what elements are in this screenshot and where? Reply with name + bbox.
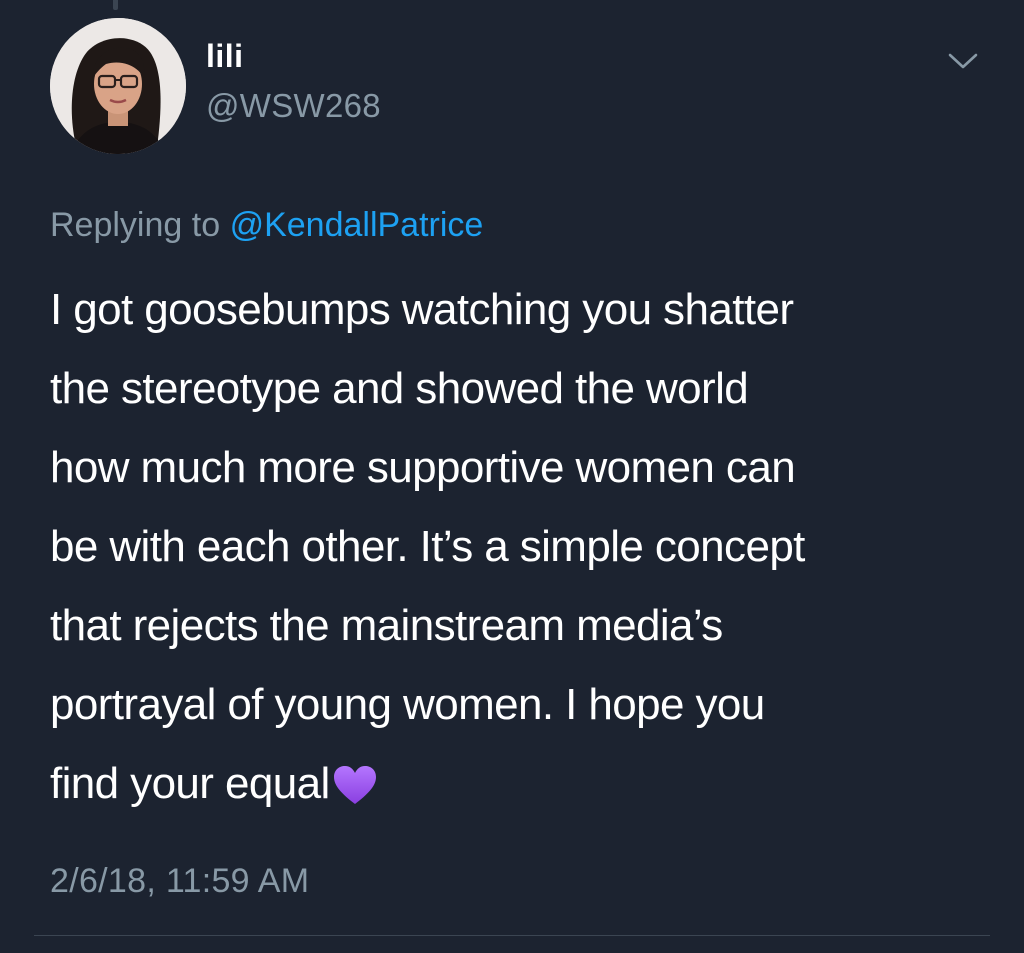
purple-heart-icon <box>332 752 378 804</box>
tweet-detail: lili @WSW268 Replying to @KendallPatrice… <box>0 0 1024 953</box>
reply-context-prefix: Replying to <box>50 206 221 244</box>
tweet-text: I got goosebumps watching you shatter th… <box>50 270 1000 823</box>
divider <box>34 935 990 936</box>
avatar-image <box>50 18 186 154</box>
tweet-text-last-line: find your equal <box>50 744 1000 823</box>
avatar[interactable] <box>50 18 186 154</box>
reply-mention-link[interactable]: @KendallPatrice <box>230 206 484 244</box>
tweet-text-line: that rejects the mainstream media’s <box>50 601 723 650</box>
reply-context: Replying to @KendallPatrice <box>50 206 483 245</box>
thread-connector-line <box>113 0 118 10</box>
tweet-text-line: the stereotype and showed the world <box>50 364 749 413</box>
tweet-text-line: be with each other. It’s a simple concep… <box>50 522 805 571</box>
chevron-down-icon[interactable] <box>946 50 980 72</box>
tweet-timestamp[interactable]: 2/6/18, 11:59 AM <box>50 862 309 901</box>
tweet-text-line: find your equal <box>50 759 330 808</box>
author-display-name[interactable]: lili <box>206 38 244 75</box>
tweet-text-line: portrayal of young women. I hope you <box>50 680 765 729</box>
tweet-text-line: I got goosebumps watching you shatter <box>50 285 794 334</box>
author-handle[interactable]: @WSW268 <box>206 87 381 125</box>
tweet-text-line: how much more supportive women can <box>50 443 796 492</box>
